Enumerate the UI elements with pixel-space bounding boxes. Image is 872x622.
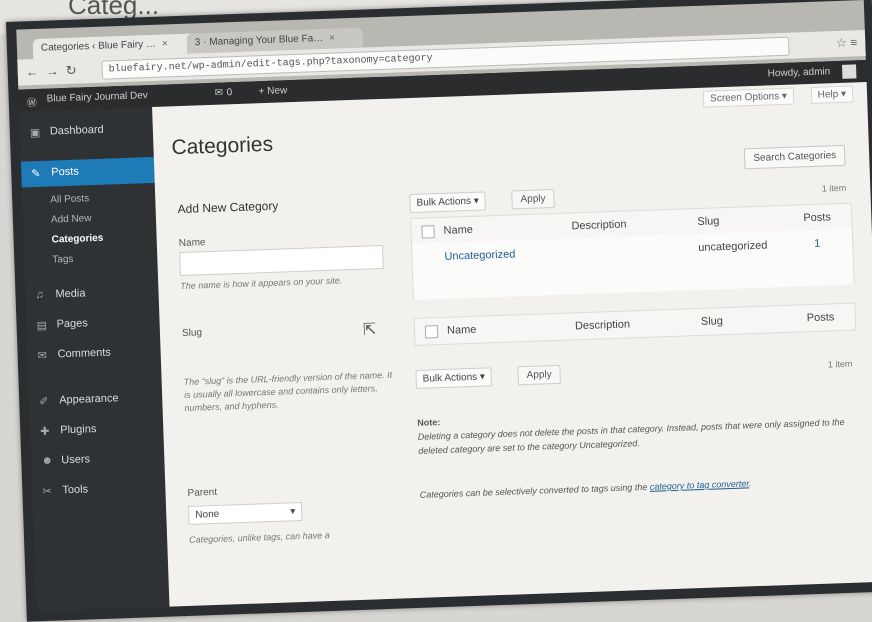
- bulk-actions-select-top[interactable]: Bulk Actions ▾: [409, 191, 487, 214]
- category-to-tag-converter-link[interactable]: category to tag converter: [650, 478, 750, 491]
- reload-icon[interactable]: ↻: [65, 63, 76, 79]
- chevron-down-icon: ▾: [479, 371, 486, 383]
- row-slug: uncategorized: [698, 239, 768, 254]
- sidebar-item-tools[interactable]: ✂ Tools: [32, 481, 166, 506]
- tab-label: 3 · Managing Your Blue Fa…: [194, 32, 324, 49]
- add-new-category-heading: Add New Category: [177, 198, 279, 217]
- sidebar-item-posts[interactable]: ✎ Posts: [20, 156, 155, 188]
- apply-button-bottom[interactable]: Apply: [517, 364, 561, 386]
- sidebar-item-appearance[interactable]: ✐ Appearance: [29, 391, 163, 416]
- name-input[interactable]: [179, 244, 384, 277]
- sidebar-item-users[interactable]: ☻ Users: [31, 451, 165, 476]
- site-name-link[interactable]: Blue Fairy Journal Dev: [47, 90, 148, 105]
- sidebar-item-media[interactable]: ♫ Media: [25, 285, 159, 310]
- users-icon: ☻: [41, 454, 54, 468]
- column-description[interactable]: Description: [575, 318, 630, 332]
- select-all-checkbox[interactable]: [424, 325, 439, 339]
- comments-bubble-icon[interactable]: ✉: [214, 87, 223, 98]
- table-footer: Name Description Slug Posts: [413, 302, 857, 346]
- close-icon[interactable]: ×: [329, 33, 335, 44]
- forward-icon[interactable]: →: [45, 63, 59, 78]
- sidebar-item-label: Comments: [57, 346, 111, 361]
- tools-icon: ✂: [42, 485, 52, 499]
- sidebar-item-label: Media: [55, 287, 86, 301]
- mouse-cursor-icon: ⇱: [362, 321, 377, 339]
- parent-help: Categories, unlike tags, can have a: [189, 530, 330, 545]
- bulk-actions-label: Bulk Actions: [416, 195, 472, 209]
- dashboard-icon: ▣: [29, 126, 41, 140]
- name-label: Name: [178, 237, 206, 250]
- close-icon[interactable]: ×: [162, 38, 168, 49]
- screen-options-button[interactable]: Screen Options ▾: [702, 87, 795, 108]
- slug-help: The “slug” is the URL-friendly version o…: [183, 369, 393, 413]
- sidebar-item-label: Posts: [51, 165, 79, 179]
- items-count-bottom: 1 item: [827, 358, 853, 370]
- bulk-actions-select-bottom[interactable]: Bulk Actions ▾: [415, 367, 493, 389]
- column-name[interactable]: Name: [443, 224, 473, 237]
- comments-count[interactable]: 0: [226, 87, 232, 98]
- sidebar-sub-add-new[interactable]: Add New: [51, 213, 92, 225]
- bulk-actions-label: Bulk Actions: [422, 371, 478, 385]
- howdy-link[interactable]: Howdy, admin: [767, 66, 830, 79]
- parent-label: Parent: [187, 486, 218, 499]
- top-links: Screen Options ▾ Help ▾: [689, 85, 854, 108]
- sidebar-sub-categories[interactable]: Categories: [51, 233, 103, 246]
- sidebar-item-label: Tools: [62, 483, 89, 497]
- sidebar-sub-tags[interactable]: Tags: [52, 254, 73, 266]
- sidebar-item-label: Users: [61, 453, 91, 467]
- media-icon: ♫: [35, 288, 45, 302]
- select-all-checkbox[interactable]: [421, 225, 435, 239]
- row-name-link[interactable]: Uncategorized: [444, 248, 515, 262]
- help-button[interactable]: Help ▾: [810, 85, 854, 104]
- column-posts[interactable]: Posts: [803, 211, 831, 224]
- sidebar-sub-all-posts[interactable]: All Posts: [50, 193, 89, 205]
- column-posts[interactable]: Posts: [807, 311, 835, 324]
- slug-input[interactable]: [182, 334, 387, 367]
- convert-note: Categories can be selectively converted …: [420, 473, 850, 502]
- sidebar-item-pages[interactable]: ▤ Pages: [26, 315, 160, 340]
- star-icon[interactable]: ☆ ≡: [836, 35, 858, 50]
- sidebar-item-label: Dashboard: [49, 123, 104, 138]
- sidebar-item-label: Plugins: [60, 423, 97, 437]
- name-help: The name is how it appears on your site.: [180, 275, 343, 292]
- sidebar-item-comments[interactable]: ✉ Comments: [27, 345, 161, 370]
- sidebar-item-label: Appearance: [59, 392, 119, 407]
- row-posts-count[interactable]: 1: [814, 238, 821, 250]
- sidebar-item-dashboard[interactable]: ▣ Dashboard: [19, 117, 153, 146]
- sidebar-item-label: Pages: [56, 317, 88, 331]
- convert-text: Categories can be selectively converted …: [419, 481, 648, 500]
- slug-label: Slug: [181, 327, 203, 340]
- column-slug[interactable]: Slug: [697, 215, 719, 228]
- pages-icon: ▤: [36, 319, 48, 333]
- avatar[interactable]: [842, 64, 857, 79]
- main-content: Screen Options ▾ Help ▾ Categories Searc…: [152, 82, 872, 607]
- parent-select-value: None: [195, 508, 220, 521]
- back-icon[interactable]: ←: [25, 64, 39, 79]
- wp-logo-icon[interactable]: Ⓦ: [27, 94, 37, 109]
- parent-select[interactable]: None ▾: [188, 501, 303, 525]
- page-title: Categories: [171, 132, 274, 160]
- browser-screenshot: Categories ‹ Blue Fairy … × 3 · Managing …: [6, 0, 872, 622]
- admin-sidebar: ▣ Dashboard ✎ Posts All Posts Add New Ca…: [19, 106, 170, 612]
- comments-icon: ✉: [37, 349, 48, 363]
- appearance-icon: ✐: [39, 395, 49, 409]
- items-count-top: 1 item: [821, 182, 847, 194]
- new-content-link[interactable]: + New: [258, 85, 287, 97]
- chevron-down-icon: ▾: [290, 506, 296, 518]
- plugins-icon: ✚: [40, 425, 50, 439]
- convert-end: .: [748, 478, 752, 489]
- pin-icon: ✎: [31, 167, 41, 181]
- tab-label: Categories ‹ Blue Fairy …: [40, 38, 157, 54]
- column-description[interactable]: Description: [571, 218, 626, 232]
- sidebar-item-plugins[interactable]: ✚ Plugins: [30, 421, 164, 446]
- chevron-down-icon: ▾: [473, 195, 480, 207]
- search-categories-button[interactable]: Search Categories: [744, 144, 846, 170]
- column-name[interactable]: Name: [447, 324, 477, 337]
- apply-button-top[interactable]: Apply: [511, 188, 555, 210]
- column-slug[interactable]: Slug: [701, 315, 723, 328]
